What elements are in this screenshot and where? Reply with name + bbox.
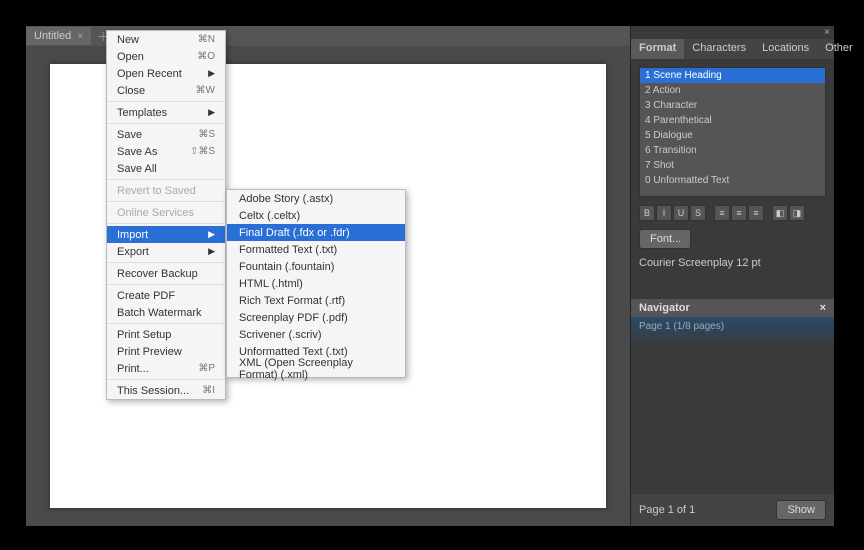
underline-button[interactable]: U: [673, 205, 689, 221]
margin-right-button[interactable]: ◨: [789, 205, 805, 221]
navigator-header: Navigator ×: [631, 299, 834, 317]
import-formatted-text[interactable]: Formatted Text (.txt): [227, 241, 405, 258]
align-right-button[interactable]: ≡: [748, 205, 764, 221]
element-dialogue[interactable]: 5 Dialogue: [640, 128, 825, 143]
menu-open-recent[interactable]: Open Recent▶: [107, 65, 225, 82]
import-celtx[interactable]: Celtx (.celtx): [227, 207, 405, 224]
element-character[interactable]: 3 Character: [640, 98, 825, 113]
menu-batch-watermark[interactable]: Batch Watermark: [107, 304, 225, 321]
navigator-close-icon[interactable]: ×: [820, 302, 826, 314]
bold-button[interactable]: B: [639, 205, 655, 221]
menu-print-setup[interactable]: Print Setup: [107, 326, 225, 343]
chevron-right-icon: ▶: [208, 107, 215, 118]
show-button[interactable]: Show: [776, 500, 826, 520]
italic-button[interactable]: I: [656, 205, 672, 221]
menu-this-session[interactable]: This Session...⌘I: [107, 382, 225, 399]
element-transition[interactable]: 6 Transition: [640, 143, 825, 158]
element-parenthetical[interactable]: 4 Parenthetical: [640, 113, 825, 128]
menu-online-services: Online Services: [107, 204, 225, 221]
import-adobe-story[interactable]: Adobe Story (.astx): [227, 190, 405, 207]
menu-export[interactable]: Export▶: [107, 243, 225, 260]
import-scrivener[interactable]: Scrivener (.scriv): [227, 326, 405, 343]
import-submenu: Adobe Story (.astx) Celtx (.celtx) Final…: [226, 189, 406, 378]
menu-recover-backup[interactable]: Recover Backup: [107, 265, 225, 282]
chevron-right-icon: ▶: [208, 229, 215, 240]
navigator-footer: Page 1 of 1 Show: [631, 494, 834, 526]
font-button[interactable]: Font...: [639, 229, 691, 249]
import-final-draft[interactable]: Final Draft (.fdx or .fdr): [227, 224, 405, 241]
tab-title: Untitled: [34, 30, 71, 42]
menu-import[interactable]: Import▶: [107, 226, 225, 243]
element-shot[interactable]: 7 Shot: [640, 158, 825, 173]
chevron-right-icon: ▶: [208, 68, 215, 79]
menu-save-as[interactable]: Save As⇧⌘S: [107, 143, 225, 160]
import-xml[interactable]: XML (Open Screenplay Format) (.xml): [227, 360, 405, 377]
align-left-button[interactable]: ≡: [714, 205, 730, 221]
element-unformatted[interactable]: 0 Unformatted Text: [640, 173, 825, 188]
element-scene-heading[interactable]: 1 Scene Heading: [640, 68, 825, 83]
menu-print-preview[interactable]: Print Preview: [107, 343, 225, 360]
tab-characters[interactable]: Characters: [684, 39, 754, 59]
menu-revert: Revert to Saved: [107, 182, 225, 199]
element-list[interactable]: 1 Scene Heading 2 Action 3 Character 4 P…: [639, 67, 826, 197]
element-action[interactable]: 2 Action: [640, 83, 825, 98]
font-label: Courier Screenplay 12 pt: [639, 257, 826, 269]
import-fountain[interactable]: Fountain (.fountain): [227, 258, 405, 275]
tab-format[interactable]: Format: [631, 39, 684, 59]
file-menu: New⌘N Open⌘O Open Recent▶ Close⌘W Templa…: [106, 30, 226, 400]
tab-other[interactable]: Other: [817, 39, 861, 59]
menu-print[interactable]: Print...⌘P: [107, 360, 225, 377]
align-center-button[interactable]: ≡: [731, 205, 747, 221]
import-pdf[interactable]: Screenplay PDF (.pdf): [227, 309, 405, 326]
menu-open[interactable]: Open⌘O: [107, 48, 225, 65]
format-toolbar: B I U S ≡ ≡ ≡ ◧ ◨: [631, 205, 834, 221]
navigator-body[interactable]: Page 1 (1/8 pages): [631, 317, 834, 494]
strike-button[interactable]: S: [690, 205, 706, 221]
page-count: Page 1 of 1: [639, 504, 695, 516]
panel-close-icon[interactable]: ×: [631, 26, 834, 39]
close-icon[interactable]: ×: [77, 31, 83, 42]
margin-left-button[interactable]: ◧: [772, 205, 788, 221]
menu-save-all[interactable]: Save All: [107, 160, 225, 177]
menu-templates[interactable]: Templates▶: [107, 104, 225, 121]
navigator-title: Navigator: [639, 302, 690, 314]
menu-new[interactable]: New⌘N: [107, 31, 225, 48]
menu-save[interactable]: Save⌘S: [107, 126, 225, 143]
tab-locations[interactable]: Locations: [754, 39, 817, 59]
menu-create-pdf[interactable]: Create PDF: [107, 287, 225, 304]
import-html[interactable]: HTML (.html): [227, 275, 405, 292]
menu-close[interactable]: Close⌘W: [107, 82, 225, 99]
navigator-page-info: Page 1 (1/8 pages): [631, 317, 834, 336]
panel-tabs: Format Characters Locations Other: [631, 39, 834, 59]
import-rtf[interactable]: Rich Text Format (.rtf): [227, 292, 405, 309]
document-tab[interactable]: Untitled ×: [26, 27, 91, 45]
chevron-right-icon: ▶: [208, 246, 215, 257]
